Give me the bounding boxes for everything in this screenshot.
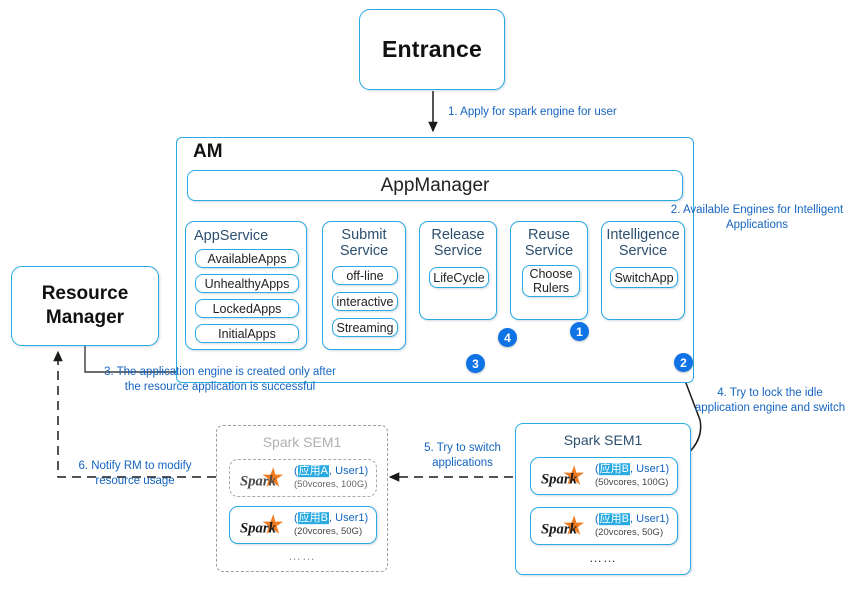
release-service-title-line2: Service (433, 243, 483, 260)
diagram-canvas: Entrance 1. Apply for spark engine for u… (0, 0, 854, 601)
spark-app-left-1-resources: (50vcores, 100G) (294, 478, 368, 490)
spark-app-left-1-name: (应用A, User1) (294, 465, 369, 478)
step-badge-4: 4 (498, 328, 517, 347)
spark-sem-left-title: Spark SEM1 (262, 434, 342, 450)
spark-sem-right-cluster[interactable]: Spark SEM1 Spark (应用B, User1) (50vcores,… (515, 423, 691, 575)
svg-text:Spark: Spark (541, 521, 578, 537)
step-badge-1: 1 (570, 322, 589, 341)
reuse-service-box[interactable]: Reuse Service Choose Rulers (510, 221, 588, 320)
svg-text:Spark: Spark (240, 473, 277, 489)
step-badge-2: 2 (674, 353, 693, 372)
reuse-service-title-line1: Reuse (528, 227, 570, 243)
submit-service-title-line1: Submit (341, 227, 387, 243)
annotation-3-label: 3. The application engine is created onl… (104, 366, 336, 393)
submit-service-title-line2: Service (339, 243, 389, 260)
spark-app-right-1-name: (应用B, User1) (595, 463, 670, 476)
resource-manager-box[interactable]: Resource Manager (11, 266, 159, 346)
spark-app-left-2-name: (应用B, User1) (294, 512, 369, 525)
resource-manager-line2: Manager (45, 307, 125, 328)
submit-service-box[interactable]: Submit Service off-line interactive Stre… (322, 221, 406, 350)
spark-logo-icon: Spark (240, 514, 284, 536)
svg-text:Spark: Spark (541, 471, 578, 487)
intelligence-service-box[interactable]: Intelligence Service SwitchApp (601, 221, 685, 320)
release-service-title-line1: Release (431, 227, 485, 243)
pill-unhealthy-apps[interactable]: UnhealthyApps (195, 274, 299, 293)
spark-app-right-2-text: (应用B, User1) (20vcores, 50G) (595, 513, 669, 539)
spark-sem-left-cluster[interactable]: Spark SEM1 Spark (应用A, User1) (50vcores,… (216, 425, 388, 572)
pill-choose-rulers[interactable]: Choose Rulers (522, 265, 580, 297)
spark-logo-icon: Spark (240, 467, 284, 489)
entrance-label: Entrance (381, 36, 483, 62)
pill-interactive[interactable]: interactive (332, 292, 398, 311)
spark-app-right-1[interactable]: Spark (应用B, User1) (50vcores, 100G) (530, 457, 678, 495)
spark-app-left-1[interactable]: Spark (应用A, User1) (50vcores, 100G) (229, 459, 377, 497)
spark-app-right-2-name: (应用B, User1) (595, 513, 670, 526)
resource-manager-label: Resource Manager (12, 267, 158, 345)
app-manager-label: AppManager (380, 174, 490, 196)
spark-app-right-2[interactable]: Spark (应用B, User1) (20vcores, 50G) (530, 507, 678, 545)
entrance-box[interactable]: Entrance (359, 9, 505, 90)
intelligence-service-title-line2: Service (618, 243, 668, 260)
app-manager-box[interactable]: AppManager (187, 170, 683, 201)
reuse-service-title-line2: Service (524, 243, 574, 260)
pill-available-apps[interactable]: AvailableApps (195, 249, 299, 268)
pill-initial-apps[interactable]: InitialApps (195, 324, 299, 343)
spark-app-left-2-text: (应用B, User1) (20vcores, 50G) (294, 512, 368, 538)
spark-logo-icon: Spark (541, 465, 585, 487)
submit-service-title: Submit Service (323, 227, 405, 259)
spark-app-left-1-text: (应用A, User1) (50vcores, 100G) (294, 465, 368, 491)
app-service-box[interactable]: AppService AvailableApps UnhealthyApps L… (185, 221, 307, 350)
spark-app-right-1-resources: (50vcores, 100G) (595, 476, 669, 488)
reuse-service-title: Reuse Service (511, 227, 587, 259)
pill-locked-apps[interactable]: LockedApps (195, 299, 299, 318)
spark-app-right-2-resources: (20vcores, 50G) (595, 526, 664, 538)
annotation-2-label: 2. Available Engines for Intelligent App… (670, 204, 844, 231)
svg-text:Spark: Spark (240, 520, 277, 536)
pill-streaming[interactable]: Streaming (332, 318, 398, 337)
release-service-title: Release Service (420, 227, 496, 259)
am-title: AM (193, 141, 223, 162)
spark-logo-icon: Spark (541, 515, 585, 537)
annotation-5-label: 5. Try to switch applications (424, 442, 501, 469)
app-service-title: AppService (194, 228, 269, 244)
spark-app-right-1-text: (应用B, User1) (50vcores, 100G) (595, 463, 669, 489)
pill-off-line[interactable]: off-line (332, 266, 398, 285)
pill-switch-app[interactable]: SwitchApp (610, 267, 678, 288)
spark-sem-left-ellipsis: …… (288, 548, 316, 563)
annotation-1-label: 1. Apply for spark engine for user (448, 106, 617, 118)
spark-sem-right-ellipsis: …… (589, 550, 617, 565)
annotation-6-label: 6. Notify RM to modify resource usage (78, 460, 192, 487)
resource-manager-line1: Resource (41, 283, 129, 305)
pill-lifecycle[interactable]: LifeCycle (429, 267, 489, 288)
release-service-box[interactable]: Release Service LifeCycle (419, 221, 497, 320)
spark-app-left-2-resources: (20vcores, 50G) (294, 525, 363, 537)
spark-sem-right-title: Spark SEM1 (563, 432, 643, 448)
annotation-4-label: 4. Try to lock the idle application engi… (694, 387, 846, 414)
spark-app-left-2[interactable]: Spark (应用B, User1) (20vcores, 50G) (229, 506, 377, 544)
step-badge-3: 3 (466, 354, 485, 373)
